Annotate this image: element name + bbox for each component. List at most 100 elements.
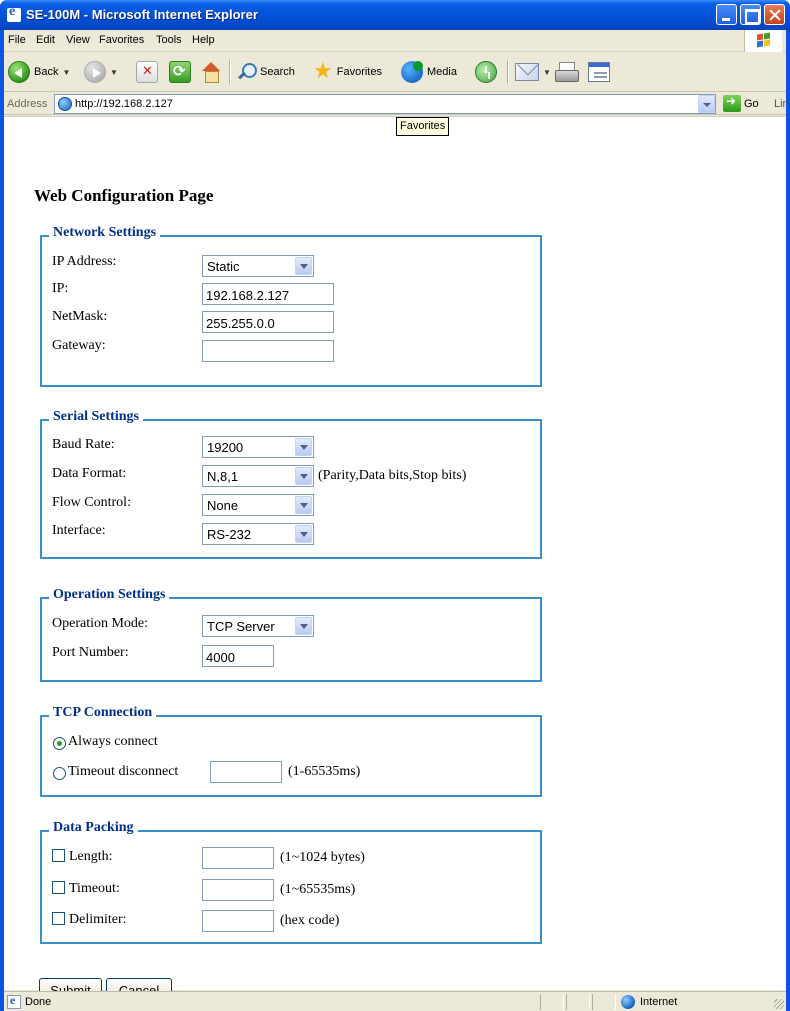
stop-button[interactable] (136, 60, 158, 84)
search-icon (236, 62, 257, 82)
search-button[interactable]: Search (236, 60, 295, 84)
toolbar-separator (229, 60, 230, 84)
menu-tools[interactable]: Tools (156, 34, 182, 46)
title-bar[interactable]: SE-100M - Microsoft Internet Explorer (0, 0, 790, 30)
history-icon (475, 61, 497, 83)
data-packing-group: Data Packing Length: (1~1024 bytes) Time… (40, 820, 542, 944)
menu-edit[interactable]: Edit (36, 34, 55, 46)
go-button[interactable]: Go (744, 98, 759, 110)
status-bar: Done Internet (4, 991, 786, 1011)
windows-logo (744, 30, 782, 52)
close-button[interactable] (764, 4, 785, 25)
ip-label: IP: (52, 281, 69, 296)
serial-settings-group: Serial Settings Baud Rate: 19200 Data Fo… (40, 409, 542, 559)
address-input[interactable]: http://192.168.2.127 (54, 94, 716, 114)
network-settings-legend: Network Settings (49, 225, 161, 241)
delimiter-checkbox[interactable] (52, 912, 65, 925)
mail-icon (515, 63, 539, 81)
network-settings-group: Network Settings IP Address: Static IP: … (40, 225, 542, 387)
resize-grip-icon[interactable] (774, 999, 784, 1009)
mail-dropdown-icon[interactable]: ▼ (543, 68, 551, 77)
chevron-down-icon (295, 617, 312, 635)
length-input[interactable] (202, 847, 274, 869)
always-connect-radio[interactable] (53, 737, 66, 750)
forward-arrow-icon (84, 61, 106, 83)
menu-favorites[interactable]: Favorites (99, 34, 144, 46)
interface-label: Interface: (52, 523, 106, 538)
serial-settings-legend: Serial Settings (49, 409, 143, 425)
address-dropdown-icon[interactable] (698, 95, 715, 113)
timeout-disconnect-label[interactable]: Timeout disconnect (68, 764, 178, 780)
back-button[interactable]: Back ▼ (8, 60, 70, 84)
menu-view[interactable]: View (66, 34, 90, 46)
links-button[interactable]: Links » (774, 98, 790, 110)
star-icon: ★ (313, 59, 333, 84)
chevron-down-icon (295, 467, 312, 485)
forward-dropdown-icon[interactable]: ▼ (110, 68, 118, 77)
baud-rate-select[interactable]: 19200 (202, 436, 314, 458)
history-button[interactable] (475, 60, 497, 84)
standard-toolbar: Back ▼ ▼ Search ★ Favori (4, 52, 786, 92)
ip-address-mode-select[interactable]: Static (202, 255, 314, 277)
back-label: Back (34, 66, 59, 78)
search-label: Search (260, 66, 295, 78)
ip-input[interactable]: 192.168.2.127 (202, 283, 334, 305)
refresh-button[interactable] (169, 60, 191, 84)
maximize-button[interactable] (740, 4, 761, 25)
timeout-disconnect-radio[interactable] (53, 767, 66, 780)
timeout-checkbox[interactable] (52, 881, 65, 894)
menu-file[interactable]: File (8, 34, 26, 46)
data-format-label: Data Format: (52, 466, 127, 481)
timeout-disconnect-input[interactable] (210, 761, 282, 783)
go-arrow-icon[interactable] (723, 94, 741, 112)
ip-address-mode-value: Static (207, 259, 240, 274)
data-format-value: N,8,1 (207, 469, 239, 484)
chevron-down-icon (295, 525, 312, 543)
port-number-input[interactable]: 4000 (202, 645, 274, 667)
packing-timeout-input[interactable] (202, 879, 274, 901)
gateway-input[interactable] (202, 340, 334, 362)
edit-page-icon (588, 62, 610, 82)
address-bar: Address http://192.168.2.127 Go Links » (4, 93, 790, 115)
operation-mode-value: TCP Server (207, 619, 275, 634)
media-label: Media (427, 66, 457, 78)
length-note: (1~1024 bytes) (280, 850, 365, 865)
home-icon (200, 61, 222, 83)
data-format-select[interactable]: N,8,1 (202, 465, 314, 487)
menu-bar: File Edit View Favorites Tools Help (4, 30, 786, 52)
toolbar-separator (507, 60, 508, 84)
interface-select[interactable]: RS-232 (202, 523, 314, 545)
mail-button[interactable]: ▼ (515, 60, 551, 84)
browser-window: SE-100M - Microsoft Internet Explorer Fi… (0, 0, 790, 1011)
baud-rate-value: 19200 (207, 440, 244, 455)
tcp-connection-group: TCP Connection Always connect Timeout di… (40, 705, 542, 797)
flow-control-select[interactable]: None (202, 494, 314, 516)
address-label: Address (7, 98, 48, 110)
print-button[interactable] (555, 60, 579, 84)
status-pane (540, 994, 564, 1010)
operation-mode-select[interactable]: TCP Server (202, 615, 314, 637)
print-icon (555, 62, 579, 82)
media-icon (401, 61, 423, 83)
favorites-button[interactable]: ★ Favorites (313, 60, 382, 84)
home-button[interactable] (200, 60, 222, 84)
forward-button[interactable]: ▼ (84, 60, 118, 84)
operation-mode-label: Operation Mode: (52, 616, 149, 631)
back-dropdown-icon[interactable]: ▼ (62, 68, 70, 77)
media-button[interactable]: Media (401, 60, 457, 84)
menu-help[interactable]: Help (192, 34, 215, 46)
edit-button[interactable] (588, 60, 610, 84)
address-url: http://192.168.2.127 (75, 98, 173, 110)
always-connect-label[interactable]: Always connect (68, 734, 158, 750)
minimize-button[interactable] (716, 4, 737, 25)
ie-app-icon[interactable] (7, 4, 21, 22)
delimiter-input[interactable] (202, 910, 274, 932)
window-title: SE-100M - Microsoft Internet Explorer (26, 7, 258, 22)
length-checkbox[interactable] (52, 849, 65, 862)
operation-settings-group: Operation Settings Operation Mode: TCP S… (40, 587, 542, 682)
links-label: Links (774, 98, 790, 110)
ip-address-mode-label: IP Address: (52, 254, 117, 269)
netmask-input[interactable]: 255.255.0.0 (202, 311, 334, 333)
port-number-label: Port Number: (52, 645, 129, 660)
page-viewport: Web Configuration Page Network Settings … (4, 116, 786, 1002)
